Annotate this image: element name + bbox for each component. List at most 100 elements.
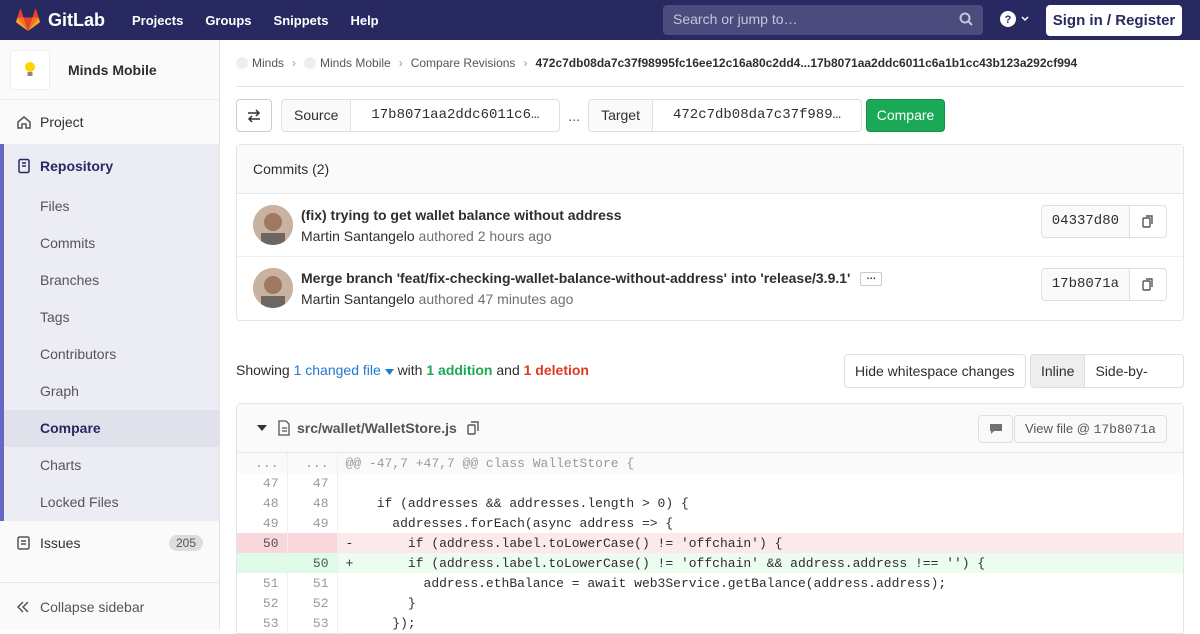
source-value[interactable]: 17b8071aa2ddc6011c6… xyxy=(351,100,559,131)
copy-sha-button[interactable] xyxy=(1130,269,1166,300)
commit-author-line: Martin Santangelo authored 2 hours ago xyxy=(301,228,552,244)
help-dropdown[interactable]: ? xyxy=(1000,11,1030,27)
source-label: Source xyxy=(282,100,352,131)
sidebar-item-compare[interactable]: Compare xyxy=(4,410,219,447)
breadcrumb-separator: › xyxy=(292,56,297,70)
avatar[interactable] xyxy=(253,205,293,245)
copy-sha-button[interactable] xyxy=(1130,206,1166,237)
diff-line: ...... @@ -47,7 +47,7 @@ class WalletStor… xyxy=(237,453,1183,473)
old-line-number[interactable]: ... xyxy=(237,453,288,473)
sidebar-item-commits[interactable]: Commits xyxy=(4,225,219,262)
target-selector[interactable]: Target 472c7db08da7c37f989… xyxy=(588,99,863,132)
view-file-button[interactable]: View file @ 17b8071a xyxy=(1013,415,1167,443)
swap-icon xyxy=(247,108,261,123)
commit-title[interactable]: (fix) trying to get wallet balance witho… xyxy=(301,207,622,223)
diff-code: address.ethBalance = await web3Service.g… xyxy=(345,575,947,591)
commit-title[interactable]: Merge branch 'feat/fix-checking-wallet-b… xyxy=(301,270,850,286)
swap-revisions-button[interactable] xyxy=(236,99,272,132)
stats-showing: Showing xyxy=(236,362,290,378)
lightbulb-icon xyxy=(25,61,35,76)
new-line-number[interactable]: 49 xyxy=(287,513,338,533)
brand-name: GitLab xyxy=(48,9,105,30)
breadcrumb: Minds › Minds Mobile › Compare Revisions… xyxy=(236,40,1184,87)
list-item: Merge branch 'feat/fix-checking-wallet-b… xyxy=(237,257,1183,320)
changed-files-dropdown[interactable]: 1 changed file xyxy=(294,362,394,378)
old-line-number[interactable]: 53 xyxy=(237,613,288,633)
sidebar-item-tags[interactable]: Tags xyxy=(4,299,219,336)
copy-path-icon[interactable] xyxy=(467,421,480,435)
old-line-number[interactable]: 51 xyxy=(237,573,288,593)
diff-code: + if (address.label.toLowerCase() != 'of… xyxy=(337,553,1183,573)
sidebar-item-contributors[interactable]: Contributors xyxy=(4,336,219,373)
hide-whitespace-button[interactable]: Hide whitespace changes xyxy=(844,354,1026,388)
commit-time: authored 2 hours ago xyxy=(418,228,552,244)
search-input[interactable]: Search or jump to… xyxy=(663,5,983,35)
sidebar-item-charts[interactable]: Charts xyxy=(4,447,219,484)
breadcrumb-section[interactable]: Compare Revisions xyxy=(411,56,516,70)
commit-sha-group: 04337d80 xyxy=(1040,205,1167,238)
diff-line: 49 49 addresses.forEach(async address => … xyxy=(237,513,1183,533)
deletions-count: 1 deletion xyxy=(523,362,589,378)
sidebar-item-label: Repository xyxy=(40,158,114,174)
breadcrumb-project[interactable]: Minds Mobile xyxy=(320,56,391,70)
diff-line: 53 53 }); xyxy=(237,613,1183,633)
old-line-number[interactable] xyxy=(237,553,288,573)
new-line-number[interactable]: 47 xyxy=(287,473,338,493)
sidebar-item-project[interactable]: Project xyxy=(0,100,219,144)
avatar[interactable] xyxy=(253,268,293,308)
commits-list: Commits (2) (fix) trying to get wallet b… xyxy=(236,144,1184,321)
old-line-number[interactable]: 48 xyxy=(237,493,288,513)
nav-snippets[interactable]: Snippets xyxy=(274,13,329,28)
new-line-number[interactable]: 52 xyxy=(287,593,338,613)
new-line-number[interactable]: ... xyxy=(287,453,338,473)
new-line-number[interactable]: 53 xyxy=(287,613,338,633)
compare-separator: ... xyxy=(568,107,581,124)
new-line-number[interactable] xyxy=(287,533,338,553)
file-path[interactable]: src/wallet/WalletStore.js xyxy=(297,420,457,436)
sidebar-item-branches[interactable]: Branches xyxy=(4,262,219,299)
commit-author[interactable]: Martin Santangelo xyxy=(301,228,415,244)
new-line-number[interactable]: 50 xyxy=(287,553,338,573)
additions-count: 1 addition xyxy=(426,362,493,378)
breadcrumb-current[interactable]: 472c7db08da7c37f98995fc16ee12c16a80c2dd4… xyxy=(535,56,1077,70)
inline-view-button[interactable]: Inline xyxy=(1031,355,1086,387)
commit-time: authored 47 minutes ago xyxy=(418,291,574,307)
sidebar-item-graph[interactable]: Graph xyxy=(4,373,219,410)
view-file-label: View file @ xyxy=(1024,421,1090,436)
collapse-chevron-icon[interactable] xyxy=(257,424,267,432)
breadcrumb-group[interactable]: Minds xyxy=(252,56,284,70)
svg-text:?: ? xyxy=(1005,14,1012,26)
new-line-number[interactable]: 48 xyxy=(287,493,338,513)
sidebar-project-header[interactable]: Minds Mobile xyxy=(0,40,219,100)
nav-groups[interactable]: Groups xyxy=(205,13,251,28)
list-item: (fix) trying to get wallet balance witho… xyxy=(237,194,1183,257)
commit-sha[interactable]: 04337d80 xyxy=(1041,206,1130,237)
expand-message-button[interactable]: … xyxy=(860,272,883,287)
gitlab-logo[interactable]: GitLab xyxy=(16,9,105,31)
nav-help[interactable]: Help xyxy=(350,13,378,28)
toggle-comments-button[interactable] xyxy=(978,415,1013,443)
collapse-sidebar-button[interactable]: Collapse sidebar xyxy=(0,582,219,630)
sign-in-button[interactable]: Sign in / Register xyxy=(1046,5,1182,36)
nav-projects[interactable]: Projects xyxy=(132,13,183,28)
sidebar-item-files[interactable]: Files xyxy=(4,188,219,225)
commit-sha[interactable]: 17b8071a xyxy=(1041,269,1130,300)
sidebar-item-repository[interactable]: Repository xyxy=(4,144,219,188)
target-label: Target xyxy=(589,100,653,131)
breadcrumb-separator: › xyxy=(523,56,528,70)
old-line-number[interactable]: 49 xyxy=(237,513,288,533)
target-value[interactable]: 472c7db08da7c37f989… xyxy=(653,100,861,131)
diff-stats: Showing 1 changed file with 1 addition a… xyxy=(236,362,589,378)
sidebar-item-issues[interactable]: Issues 205 xyxy=(0,521,219,565)
compare-button[interactable]: Compare xyxy=(866,99,946,132)
new-line-number[interactable]: 51 xyxy=(287,573,338,593)
old-line-number[interactable]: 52 xyxy=(237,593,288,613)
home-icon xyxy=(17,116,31,129)
sidebar-item-locked-files[interactable]: Locked Files xyxy=(4,484,219,521)
commit-author[interactable]: Martin Santangelo xyxy=(301,291,415,307)
issues-icon xyxy=(17,536,30,550)
old-line-number[interactable]: 47 xyxy=(237,473,288,493)
side-by-side-button[interactable]: Side-by-side xyxy=(1085,355,1183,387)
source-selector[interactable]: Source 17b8071aa2ddc6011c6… xyxy=(281,99,561,132)
old-line-number[interactable]: 50 xyxy=(237,533,288,553)
